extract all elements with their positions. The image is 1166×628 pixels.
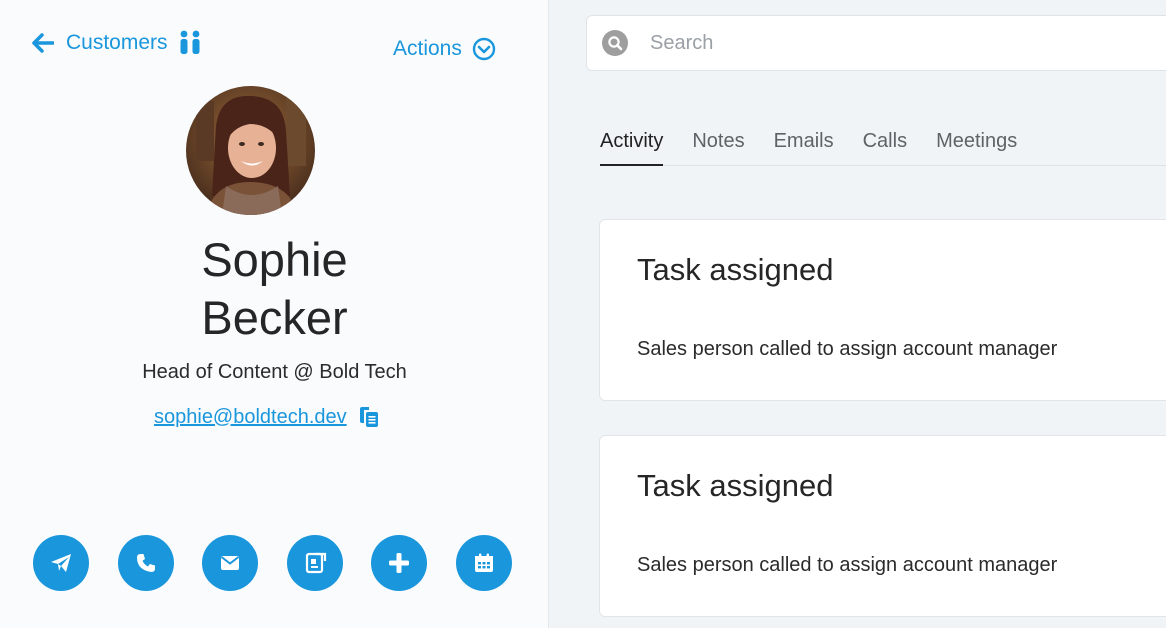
customer-role: Head of Content @ Bold Tech — [142, 361, 407, 383]
activity-description: Sales person called to assign account ma… — [637, 338, 1058, 360]
tab-meetings[interactable]: Meetings — [936, 130, 1017, 166]
add-note-button[interactable] — [286, 535, 343, 591]
send-message-button[interactable] — [33, 535, 89, 591]
search-input[interactable] — [650, 31, 1130, 55]
calendar-icon — [474, 553, 493, 572]
search-bar — [586, 15, 1166, 71]
actions-label: Actions — [393, 37, 462, 60]
quick-actions — [33, 535, 540, 591]
note-icon — [305, 552, 326, 574]
profile-panel: Customers Actions Sophie Becker Head of … — [0, 0, 549, 628]
send-icon — [51, 554, 71, 572]
tab-notes[interactable]: Notes — [692, 130, 744, 166]
customer-last-name: Becker — [201, 291, 348, 344]
plus-icon — [389, 553, 409, 573]
activity-title: Task assigned — [637, 468, 834, 503]
call-button[interactable] — [117, 535, 174, 591]
people-icon — [180, 30, 200, 54]
schedule-meeting-button[interactable] — [455, 535, 512, 591]
actions-dropdown[interactable]: Actions — [393, 37, 496, 61]
copy-icon[interactable] — [357, 405, 381, 429]
arrow-left-icon — [32, 33, 54, 53]
activity-description: Sales person called to assign account ma… — [637, 554, 1058, 576]
email-link[interactable]: sophie@boldtech.dev — [154, 406, 347, 429]
tab-emails[interactable]: Emails — [774, 130, 834, 166]
back-label: Customers — [66, 31, 168, 54]
activity-card[interactable]: Task assigned Sales person called to ass… — [599, 219, 1166, 401]
add-button[interactable] — [371, 535, 427, 591]
customer-first-name: Sophie — [201, 233, 348, 286]
activity-card[interactable]: Task assigned Sales person called to ass… — [599, 435, 1166, 617]
tab-activity[interactable]: Activity — [600, 130, 664, 166]
phone-icon — [136, 554, 155, 572]
email-row: sophie@boldtech.dev — [154, 405, 381, 429]
email-button[interactable] — [202, 535, 258, 591]
search-icon — [602, 30, 628, 56]
avatar-photo — [186, 86, 315, 215]
activity-title: Task assigned — [637, 252, 834, 287]
mail-icon — [220, 556, 240, 570]
chevron-down-circle-icon — [472, 37, 496, 61]
back-to-customers-link[interactable]: Customers — [32, 30, 202, 56]
activity-tabs: Activity Notes Emails Calls Meetings — [600, 130, 1166, 166]
avatar — [186, 86, 315, 215]
tab-calls[interactable]: Calls — [863, 130, 907, 166]
